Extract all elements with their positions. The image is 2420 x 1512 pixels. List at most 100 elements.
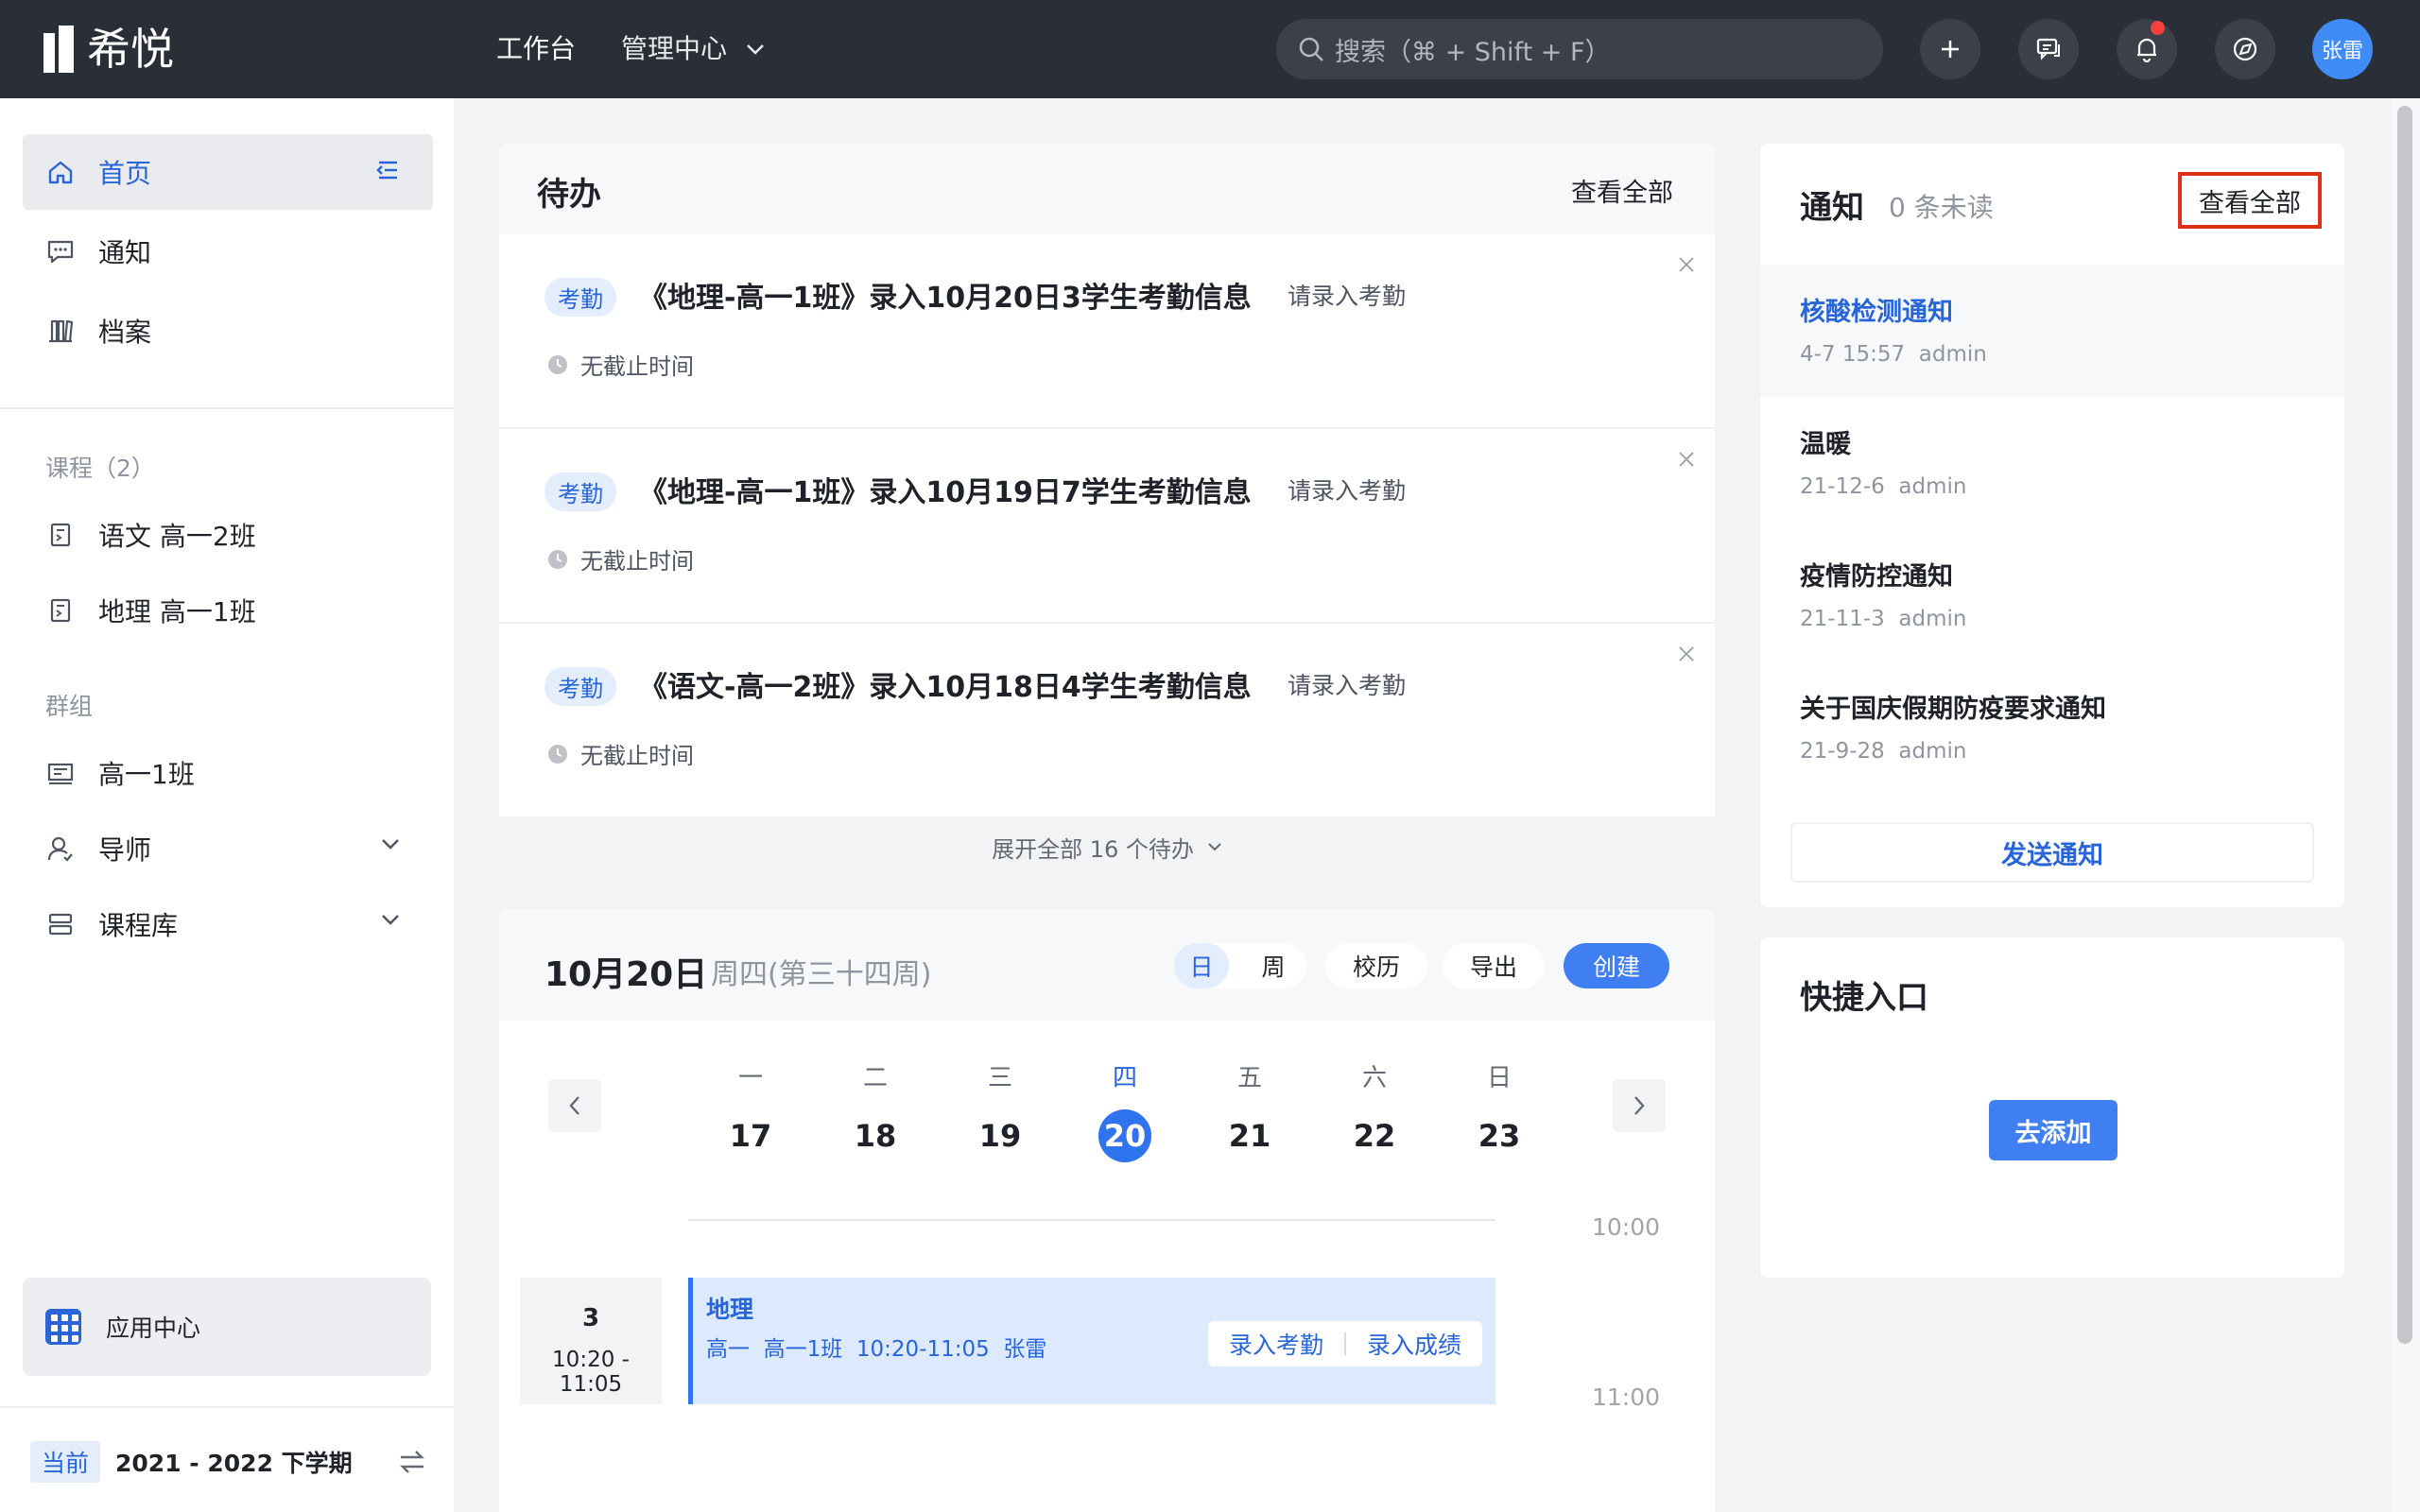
calendar-weekday: 周四(第三十四周)	[711, 958, 932, 991]
sidebar-item-class[interactable]: 高一1班	[23, 735, 433, 811]
add-shortcut-button[interactable]: 去添加	[1989, 1100, 2118, 1160]
add-button[interactable]	[1920, 19, 1980, 79]
search-placeholder: 搜索（⌘ + Shift + F）	[1335, 37, 1611, 67]
time-label: 10:00	[1592, 1213, 1661, 1241]
calendar-card: 10月20日 周四(第三十四周) 日 周 校历 导出 创建 一 17 二 18 …	[499, 909, 1715, 1512]
clock-icon	[548, 745, 567, 764]
sidebar-item-label: 高一1班	[98, 759, 195, 790]
notice-item-meta: 21-11-3 admin	[1800, 607, 1967, 631]
sidebar-item-notice[interactable]: 通知	[23, 214, 433, 289]
notice-item[interactable]: 核酸检测通知 4-7 15:57 admin	[1760, 265, 2344, 397]
chevron-right-icon	[1634, 1096, 1645, 1115]
send-notice-button[interactable]: 发送通知	[1790, 822, 2314, 883]
todo-view-all-link[interactable]: 查看全部	[1571, 172, 1673, 209]
sidebar-item-home[interactable]: 首页	[23, 134, 433, 210]
todo-deadline: 无截止时间	[580, 548, 694, 575]
class-icon	[45, 758, 76, 788]
notice-item[interactable]: 温暖 21-12-6 admin	[1760, 397, 2344, 529]
close-icon[interactable]	[1675, 643, 1698, 665]
nav-workbench[interactable]: 工作台	[496, 28, 576, 70]
day-weekday: 日	[1486, 1064, 1512, 1092]
clock-icon	[548, 550, 567, 569]
day-weekday: 四	[1112, 1064, 1137, 1092]
app-center-label: 应用中心	[106, 1314, 201, 1342]
expand-todos-label: 展开全部 16 个待办	[992, 835, 1194, 863]
time-label: 11:00	[1592, 1383, 1661, 1411]
search-input[interactable]: 搜索（⌘ + Shift + F）	[1276, 19, 1883, 79]
view-switch: 日 周	[1174, 943, 1306, 988]
day-number: 22	[1353, 1118, 1396, 1154]
current-term-tag: 当前	[30, 1441, 101, 1483]
todo-card: 待办 查看全部 考勤 《地理-高一1班》录入10月20日3学生考勤信息 请录入考…	[499, 144, 1715, 877]
expand-todos-button[interactable]: 展开全部 16 个待办	[499, 816, 1715, 877]
todo-item-title[interactable]: 《地理-高一1班》录入10月20日3学生考勤信息	[639, 274, 1252, 316]
compass-button[interactable]	[2215, 19, 2275, 79]
avatar[interactable]: 张雷	[2312, 19, 2373, 79]
todo-deadline: 无截止时间	[580, 353, 694, 380]
notifications-button[interactable]	[2117, 19, 2177, 79]
todo-item[interactable]: 考勤 《地理-高一1班》录入10月20日3学生考勤信息 请录入考勤 无截止时间	[499, 234, 1715, 429]
todo-item-title[interactable]: 《语文-高一2班》录入10月18日4学生考勤信息	[639, 663, 1252, 705]
logo-mark-icon	[43, 26, 76, 73]
day-number: 21	[1228, 1118, 1271, 1154]
term-label: 2021 - 2022 下学期	[115, 1450, 353, 1477]
create-button[interactable]: 创建	[1564, 943, 1669, 988]
collapse-sidebar-icon[interactable]	[374, 157, 401, 183]
record-attendance-button[interactable]: 录入考勤	[1208, 1327, 1344, 1361]
app-center-button[interactable]: 应用中心	[23, 1278, 431, 1376]
attendance-badge: 考勤	[544, 667, 616, 706]
view-week-button[interactable]: 周	[1246, 943, 1301, 988]
quick-entry-card: 快捷入口 去添加	[1760, 937, 2344, 1278]
scrollbar-thumb[interactable]	[2397, 106, 2412, 1344]
day-number: 23	[1478, 1118, 1521, 1154]
nav-manage-center[interactable]: 管理中心	[621, 28, 765, 70]
todo-item[interactable]: 考勤 《地理-高一1班》录入10月19日7学生考勤信息 请录入考勤 无截止时间	[499, 429, 1715, 624]
sidebar-divider	[0, 1406, 454, 1408]
day-column[interactable]: 一 17	[713, 1058, 788, 1162]
sidebar-item-mentor[interactable]: 导师	[23, 811, 433, 886]
day-column-today[interactable]: 四 20	[1087, 1058, 1163, 1162]
prev-week-button[interactable]	[548, 1079, 601, 1132]
day-column[interactable]: 六 22	[1337, 1058, 1412, 1162]
day-column[interactable]: 三 19	[962, 1058, 1038, 1162]
close-icon[interactable]	[1675, 448, 1698, 471]
period-number: 3	[581, 1304, 600, 1332]
close-icon[interactable]	[1675, 253, 1698, 276]
calendar-event[interactable]: 地理 高一 高一1班 10:20-11:05 张雷 录入考勤 录入成绩	[688, 1278, 1495, 1404]
sidebar-item-course-chinese[interactable]: 语文 高一2班	[23, 497, 433, 573]
page-scrollbar[interactable]	[2392, 98, 2420, 1512]
day-column[interactable]: 五 21	[1212, 1058, 1288, 1162]
day-column[interactable]: 日 23	[1461, 1058, 1537, 1162]
clock-icon	[548, 355, 567, 374]
term-selector[interactable]: 当前 2021 - 2022 下学期	[30, 1436, 427, 1487]
day-column[interactable]: 二 18	[838, 1058, 913, 1162]
sidebar-item-label: 导师	[98, 834, 152, 866]
todo-header: 待办 查看全部	[499, 144, 1715, 234]
day-number: 19	[978, 1118, 1022, 1154]
messages-button[interactable]	[2018, 19, 2079, 79]
swap-icon[interactable]	[397, 1448, 427, 1476]
day-weekday: 二	[862, 1064, 888, 1092]
record-grades-button[interactable]: 录入成绩	[1346, 1327, 1482, 1361]
notice-view-all-link[interactable]: 查看全部	[2178, 172, 2322, 229]
next-week-button[interactable]	[1613, 1079, 1666, 1132]
notice-item[interactable]: 疫情防控通知 21-11-3 admin	[1760, 529, 2344, 662]
sidebar-item-course-library[interactable]: 课程库	[23, 886, 433, 962]
notice-item[interactable]: 关于国庆假期防疫要求通知 21-9-28 admin	[1760, 662, 2344, 794]
export-button[interactable]: 导出	[1443, 943, 1545, 988]
todo-item-action: 请录入考勤	[1288, 672, 1407, 699]
timeline-divider	[688, 1219, 1495, 1221]
school-calendar-button[interactable]: 校历	[1325, 943, 1427, 988]
sidebar-item-label: 语文 高一2班	[98, 521, 256, 552]
sidebar-item-course-geography[interactable]: 地理 高一1班	[23, 573, 433, 648]
day-weekday: 三	[987, 1064, 1012, 1092]
attendance-badge: 考勤	[544, 278, 616, 317]
todo-item-title[interactable]: 《地理-高一1班》录入10月19日7学生考勤信息	[639, 469, 1252, 510]
event-actions: 录入考勤 录入成绩	[1208, 1321, 1482, 1366]
app-logo[interactable]: 希悦	[43, 25, 174, 74]
day-weekday: 六	[1361, 1064, 1387, 1092]
sidebar-item-archive[interactable]: 档案	[23, 293, 433, 369]
view-day-button[interactable]: 日	[1174, 943, 1229, 988]
todo-item[interactable]: 考勤 《语文-高一2班》录入10月18日4学生考勤信息 请录入考勤 无截止时间	[499, 624, 1715, 818]
sidebar-item-label: 课程库	[98, 910, 179, 941]
